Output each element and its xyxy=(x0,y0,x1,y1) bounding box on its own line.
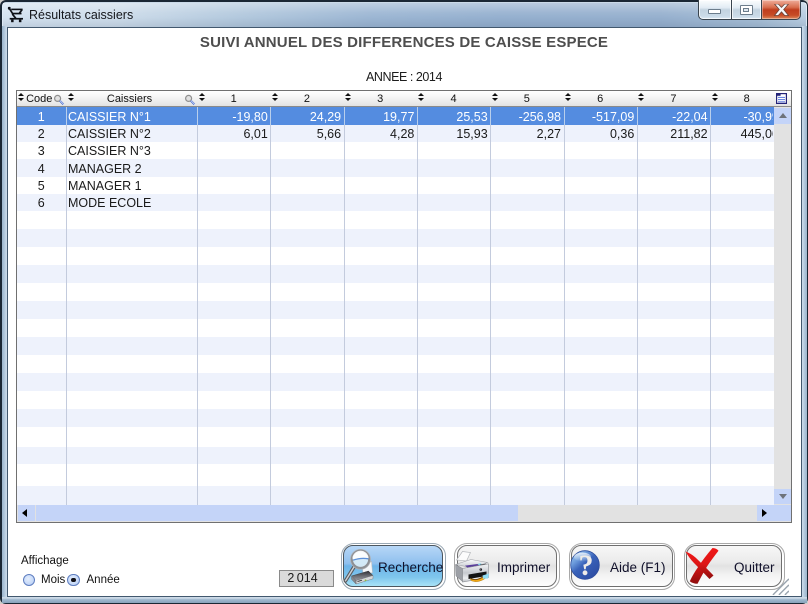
svg-text:?: ? xyxy=(579,550,594,580)
